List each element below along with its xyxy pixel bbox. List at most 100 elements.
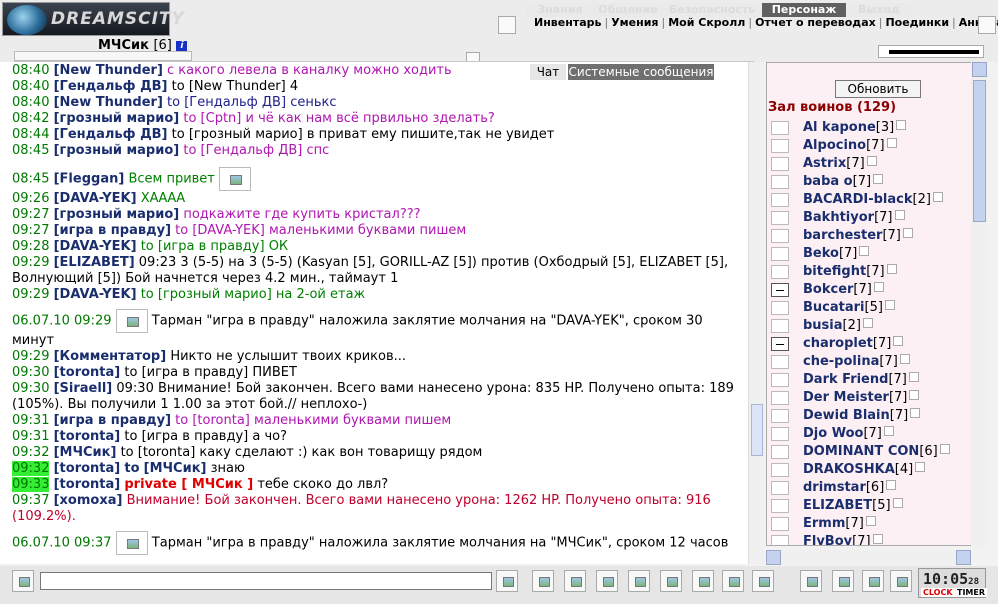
submenu-item[interactable]: Инвентарь: [534, 16, 601, 29]
message-target[interactable]: [грозный марио]: [158, 287, 272, 302]
player-name[interactable]: Bokcer[7]: [803, 282, 884, 297]
message-target[interactable]: [игра в правду]: [142, 429, 249, 444]
player-name-text[interactable]: Astrix: [803, 156, 846, 171]
submenu-item[interactable]: Отчет о переводах: [755, 16, 876, 29]
tab-4[interactable]: Выход: [846, 3, 912, 17]
tab-1[interactable]: Общение: [594, 3, 662, 17]
image-icon[interactable]: [115, 531, 148, 555]
player-info-checkbox[interactable]: [866, 156, 877, 166]
player-info-checkbox[interactable]: [883, 426, 894, 436]
chat-tab-0[interactable]: Чат: [530, 64, 566, 80]
player-name[interactable]: DRAKOSHKA[4]: [803, 462, 926, 477]
player-info-checkbox[interactable]: [884, 300, 895, 310]
player-action-button[interactable]: [771, 229, 789, 243]
scroll-left-arrow-icon[interactable]: [766, 550, 781, 565]
player-action-button[interactable]: [771, 265, 789, 279]
player-info-checkbox[interactable]: [894, 210, 905, 220]
player-name-text[interactable]: bitefight: [803, 264, 866, 279]
player-name-text[interactable]: FlyBoy: [803, 534, 852, 545]
player-name-text[interactable]: Bakhtiyor: [803, 210, 874, 225]
timer-label[interactable]: TIMER: [955, 588, 988, 597]
player-info-checkbox[interactable]: [873, 174, 884, 184]
player-info-checkbox[interactable]: [862, 318, 873, 328]
player-info-checkbox[interactable]: [859, 246, 870, 256]
tab-0[interactable]: Знания: [526, 3, 594, 17]
player-name[interactable]: charoplet[7]: [803, 336, 904, 351]
message-nick[interactable]: [New Thunder]: [54, 95, 163, 110]
player-name[interactable]: Bucatari[5]: [803, 300, 895, 315]
toolbar-icon-10[interactable]: [832, 570, 854, 592]
chat-log[interactable]: Чат Системные сообщения 08:40 [New Thunde…: [0, 62, 748, 564]
message-nick[interactable]: [Комментатор]: [54, 349, 167, 364]
player-name[interactable]: ELIZABET[5]: [803, 498, 903, 513]
player-info-checkbox[interactable]: [886, 138, 897, 148]
player-name[interactable]: bitefight[7]: [803, 264, 897, 279]
refresh-button[interactable]: Обновить: [835, 80, 921, 98]
player-name[interactable]: Ermm[7]: [803, 516, 876, 531]
player-action-button[interactable]: [771, 283, 789, 297]
players-scrollbar[interactable]: [971, 62, 988, 546]
nav-right-button[interactable]: [978, 16, 996, 34]
player-info-checkbox[interactable]: [873, 282, 884, 292]
player-action-button[interactable]: [771, 193, 789, 207]
message-nick[interactable]: [Гендальф ДВ]: [54, 79, 168, 94]
player-name-text[interactable]: che-polina: [803, 354, 879, 369]
player-name-text[interactable]: Djo Woo: [803, 426, 863, 441]
player-info-checkbox[interactable]: [896, 120, 907, 130]
player-action-button[interactable]: [771, 355, 789, 369]
message-nick[interactable]: [МЧСик]: [54, 445, 117, 460]
player-action-button[interactable]: [771, 517, 789, 531]
message-nick[interactable]: [toronta]: [54, 429, 121, 444]
message-nick[interactable]: [ELIZABET]: [54, 255, 135, 270]
player-action-button[interactable]: [771, 391, 789, 405]
player-name[interactable]: DOMINANT CON[6]: [803, 444, 950, 459]
toolbar-icon-7[interactable]: [722, 570, 744, 592]
player-info-checkbox[interactable]: [899, 354, 910, 364]
message-nick[interactable]: [Fleggan]: [54, 172, 125, 187]
message-nick[interactable]: [грозный марио]: [54, 207, 180, 222]
message-nick[interactable]: [toronta]: [54, 365, 121, 380]
message-nick[interactable]: [DAVA-YEK]: [54, 239, 137, 254]
submenu-item[interactable]: Мой Скролл: [668, 16, 745, 29]
player-name[interactable]: che-polina[7]: [803, 354, 910, 369]
player-action-button[interactable]: [771, 499, 789, 513]
player-name[interactable]: Astrix[7]: [803, 156, 877, 171]
player-name-text[interactable]: Dewid Blain: [803, 408, 890, 423]
message-nick[interactable]: [toronta]: [54, 477, 121, 492]
dreamscity-logo[interactable]: DREAMSCITY: [2, 2, 184, 36]
message-target[interactable]: [Гендальф ДВ]: [201, 143, 303, 158]
clock-label[interactable]: CLOCK: [921, 588, 955, 597]
player-name[interactable]: BACARDI-black[2]: [803, 192, 943, 207]
toolbar-icon-1[interactable]: [532, 570, 554, 592]
message-target[interactable]: [DAVA-YEK]: [192, 223, 264, 238]
player-info-checkbox[interactable]: [892, 498, 903, 508]
scroll-up-arrow-icon[interactable]: [972, 62, 987, 77]
chat-tab-1[interactable]: Системные сообщения: [568, 64, 714, 80]
player-info-checkbox[interactable]: [932, 192, 943, 202]
send-icon[interactable]: [496, 570, 518, 592]
player-info-checkbox[interactable]: [886, 480, 897, 490]
player-action-button[interactable]: [771, 535, 789, 545]
player-info-checkbox[interactable]: [909, 390, 920, 400]
chat-scrollbar[interactable]: [748, 62, 764, 564]
player-info-checkbox[interactable]: [872, 534, 883, 544]
player-name-text[interactable]: Ermm: [803, 516, 845, 531]
message-target[interactable]: [toronta]: [138, 445, 196, 460]
message-target[interactable]: [New Thunder]: [189, 79, 286, 94]
chat-scroll-thumb[interactable]: [751, 404, 763, 456]
player-action-button[interactable]: [771, 409, 789, 423]
smiles-icon[interactable]: [12, 570, 34, 592]
player-name-text[interactable]: busia: [803, 318, 843, 333]
player-name-text[interactable]: Beko: [803, 246, 839, 261]
message-nick[interactable]: [грозный марио]: [54, 143, 180, 158]
player-name[interactable]: Alpocino[7]: [803, 138, 897, 153]
player-action-button[interactable]: [771, 247, 789, 261]
player-name[interactable]: barchester[7]: [803, 228, 913, 243]
player-action-button[interactable]: [771, 481, 789, 495]
player-action-button[interactable]: [771, 463, 789, 477]
player-name[interactable]: busia[2]: [803, 318, 873, 333]
player-name[interactable]: Djo Woo[7]: [803, 426, 894, 441]
tab-2[interactable]: Безопасность: [662, 3, 762, 17]
message-nick[interactable]: [грозный марио]: [54, 111, 180, 126]
player-action-button[interactable]: [771, 373, 789, 387]
